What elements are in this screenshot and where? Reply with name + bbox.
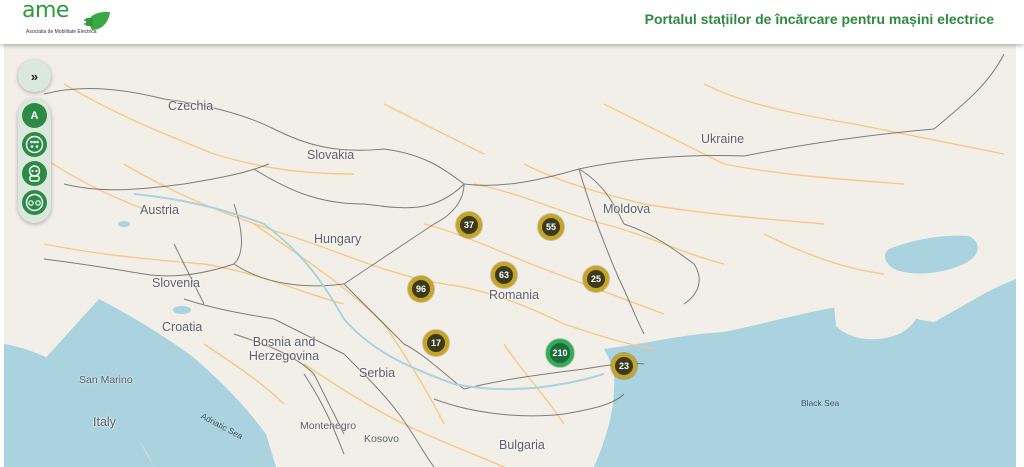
page-title: Portalul stațiilor de încărcare pentru m… bbox=[644, 11, 994, 27]
label-ukraine: Ukraine bbox=[701, 132, 745, 146]
type2-connector-icon[interactable] bbox=[22, 132, 47, 157]
label-slovakia: Slovakia bbox=[307, 148, 355, 162]
chademo-connector-icon[interactable] bbox=[22, 161, 47, 186]
expand-sidebar-button[interactable]: » bbox=[18, 60, 51, 92]
cluster-marker[interactable]: 55 bbox=[538, 214, 564, 240]
cluster-marker[interactable]: 25 bbox=[583, 266, 609, 292]
label-bosnia: Bosnia and Herzegovina bbox=[248, 335, 320, 363]
cluster-marker[interactable]: 37 bbox=[456, 212, 482, 238]
label-serbia: Serbia bbox=[359, 366, 396, 380]
cluster-marker[interactable]: 63 bbox=[491, 262, 517, 288]
label-san-marino: San Marino bbox=[79, 374, 133, 386]
map-canvas[interactable]: Czechia Slovakia Ukraine Moldova Austria… bbox=[4, 44, 1016, 467]
label-austria: Austria bbox=[140, 203, 179, 217]
map-base-layer bbox=[4, 44, 1016, 467]
cluster-marker[interactable]: 23 bbox=[611, 353, 637, 379]
cluster-marker[interactable]: 96 bbox=[408, 276, 434, 302]
label-czechia: Czechia bbox=[168, 99, 214, 113]
label-moldova: Moldova bbox=[603, 202, 651, 216]
logo-text: ame bbox=[22, 0, 69, 23]
label-croatia: Croatia bbox=[162, 320, 203, 334]
label-hungary: Hungary bbox=[314, 232, 362, 246]
label-montenegro: Montenegro bbox=[300, 420, 357, 432]
label-bulgaria: Bulgaria bbox=[499, 438, 545, 452]
label-italy: Italy bbox=[93, 415, 116, 429]
connector-filter-panel: A bbox=[18, 99, 51, 223]
label-romania: Romania bbox=[489, 288, 540, 302]
label-kosovo: Kosovo bbox=[364, 433, 400, 445]
logo-subtitle: Asociatia de Mobilitate Electrica bbox=[26, 29, 97, 35]
app-header: ame Asociatia de Mobilitate Electrica Po… bbox=[0, 0, 1024, 44]
ame-logo[interactable]: ame Asociatia de Mobilitate Electrica bbox=[22, 0, 112, 40]
label-slovenia: Slovenia bbox=[152, 276, 200, 290]
cluster-marker[interactable]: 210 bbox=[546, 339, 574, 367]
label-black-sea: Black Sea bbox=[801, 398, 840, 408]
ccs-connector-icon[interactable] bbox=[22, 190, 47, 215]
filter-type-a-button[interactable]: A bbox=[22, 103, 47, 128]
cluster-marker[interactable]: 17 bbox=[423, 330, 449, 356]
